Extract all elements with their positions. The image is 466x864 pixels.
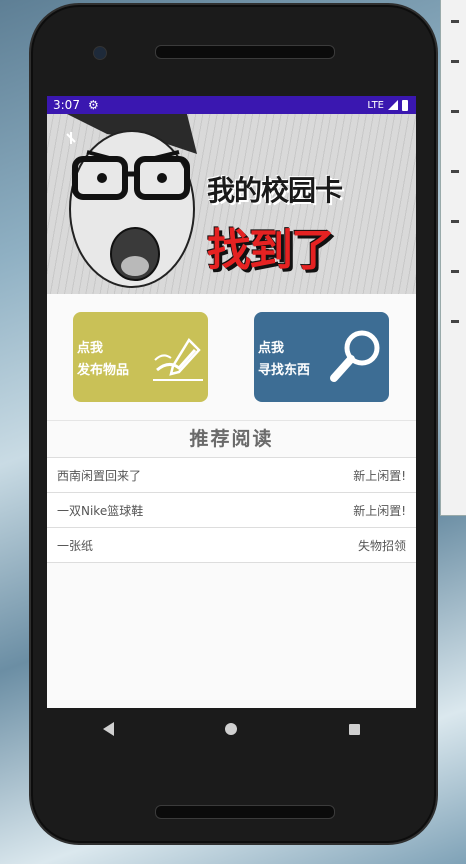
status-right: LTE <box>367 96 408 114</box>
settings-gear-icon: ⚙ <box>87 98 99 112</box>
shocked-man-illustration <box>66 114 197 288</box>
recommended-list: 西南闲置回来了 新上闲置! 一双Nike篮球鞋 新上闲置! 一张纸 失物招领 <box>47 457 416 563</box>
list-item[interactable]: 西南闲置回来了 新上闲置! <box>47 458 416 493</box>
banner-headline-1: 我的校园卡 <box>207 174 343 207</box>
list-item-title: 一张纸 <box>57 538 94 553</box>
recommended-reading-title: 推荐阅读 <box>47 420 416 457</box>
list-item-title: 西南闲置回来了 <box>57 468 142 483</box>
banner-headline-2: 找到了 <box>207 225 335 276</box>
status-time: 3:07 <box>53 98 80 112</box>
publish-button-line2: 发布物品 <box>77 363 130 378</box>
find-button-line1: 点我 <box>258 341 285 356</box>
background-window <box>440 0 466 516</box>
recent-apps-icon[interactable] <box>349 723 361 735</box>
find-button-line2: 寻找东西 <box>258 363 311 378</box>
bottom-speaker <box>155 805 335 819</box>
network-type: LTE <box>367 99 384 111</box>
magnifier-icon <box>330 330 380 382</box>
android-nav-bar <box>47 708 416 750</box>
list-item-title: 一双Nike篮球鞋 <box>57 503 144 518</box>
front-camera <box>93 46 107 60</box>
list-item-tag: 新上闲置! <box>353 468 406 483</box>
find-item-button[interactable]: 点我 寻找东西 <box>254 312 389 402</box>
list-item-tag: 新上闲置! <box>353 503 406 518</box>
earpiece-speaker <box>155 45 335 59</box>
home-icon[interactable] <box>225 723 238 735</box>
back-icon[interactable] <box>102 722 114 736</box>
publish-item-button[interactable]: 点我 发布物品 <box>73 312 208 402</box>
writing-hand-icon <box>153 337 203 381</box>
list-item[interactable]: 一张纸 失物招领 <box>47 528 416 563</box>
list-item-tag: 失物招领 <box>357 538 406 553</box>
status-bar: 3:07 ⚙ LTE <box>47 96 416 114</box>
signal-icon <box>388 100 398 110</box>
action-buttons: 点我 发布物品 点我 寻找东西 <box>47 294 416 420</box>
app-screen: 3:07 ⚙ LTE 我的校园卡 找到了 点我 发布物品 点我 寻找东西 推荐阅… <box>47 96 416 708</box>
list-item[interactable]: 一双Nike篮球鞋 新上闲置! <box>47 493 416 528</box>
hero-banner[interactable]: 我的校园卡 找到了 <box>47 114 416 294</box>
publish-button-line1: 点我 <box>77 341 104 356</box>
battery-icon <box>402 99 408 111</box>
